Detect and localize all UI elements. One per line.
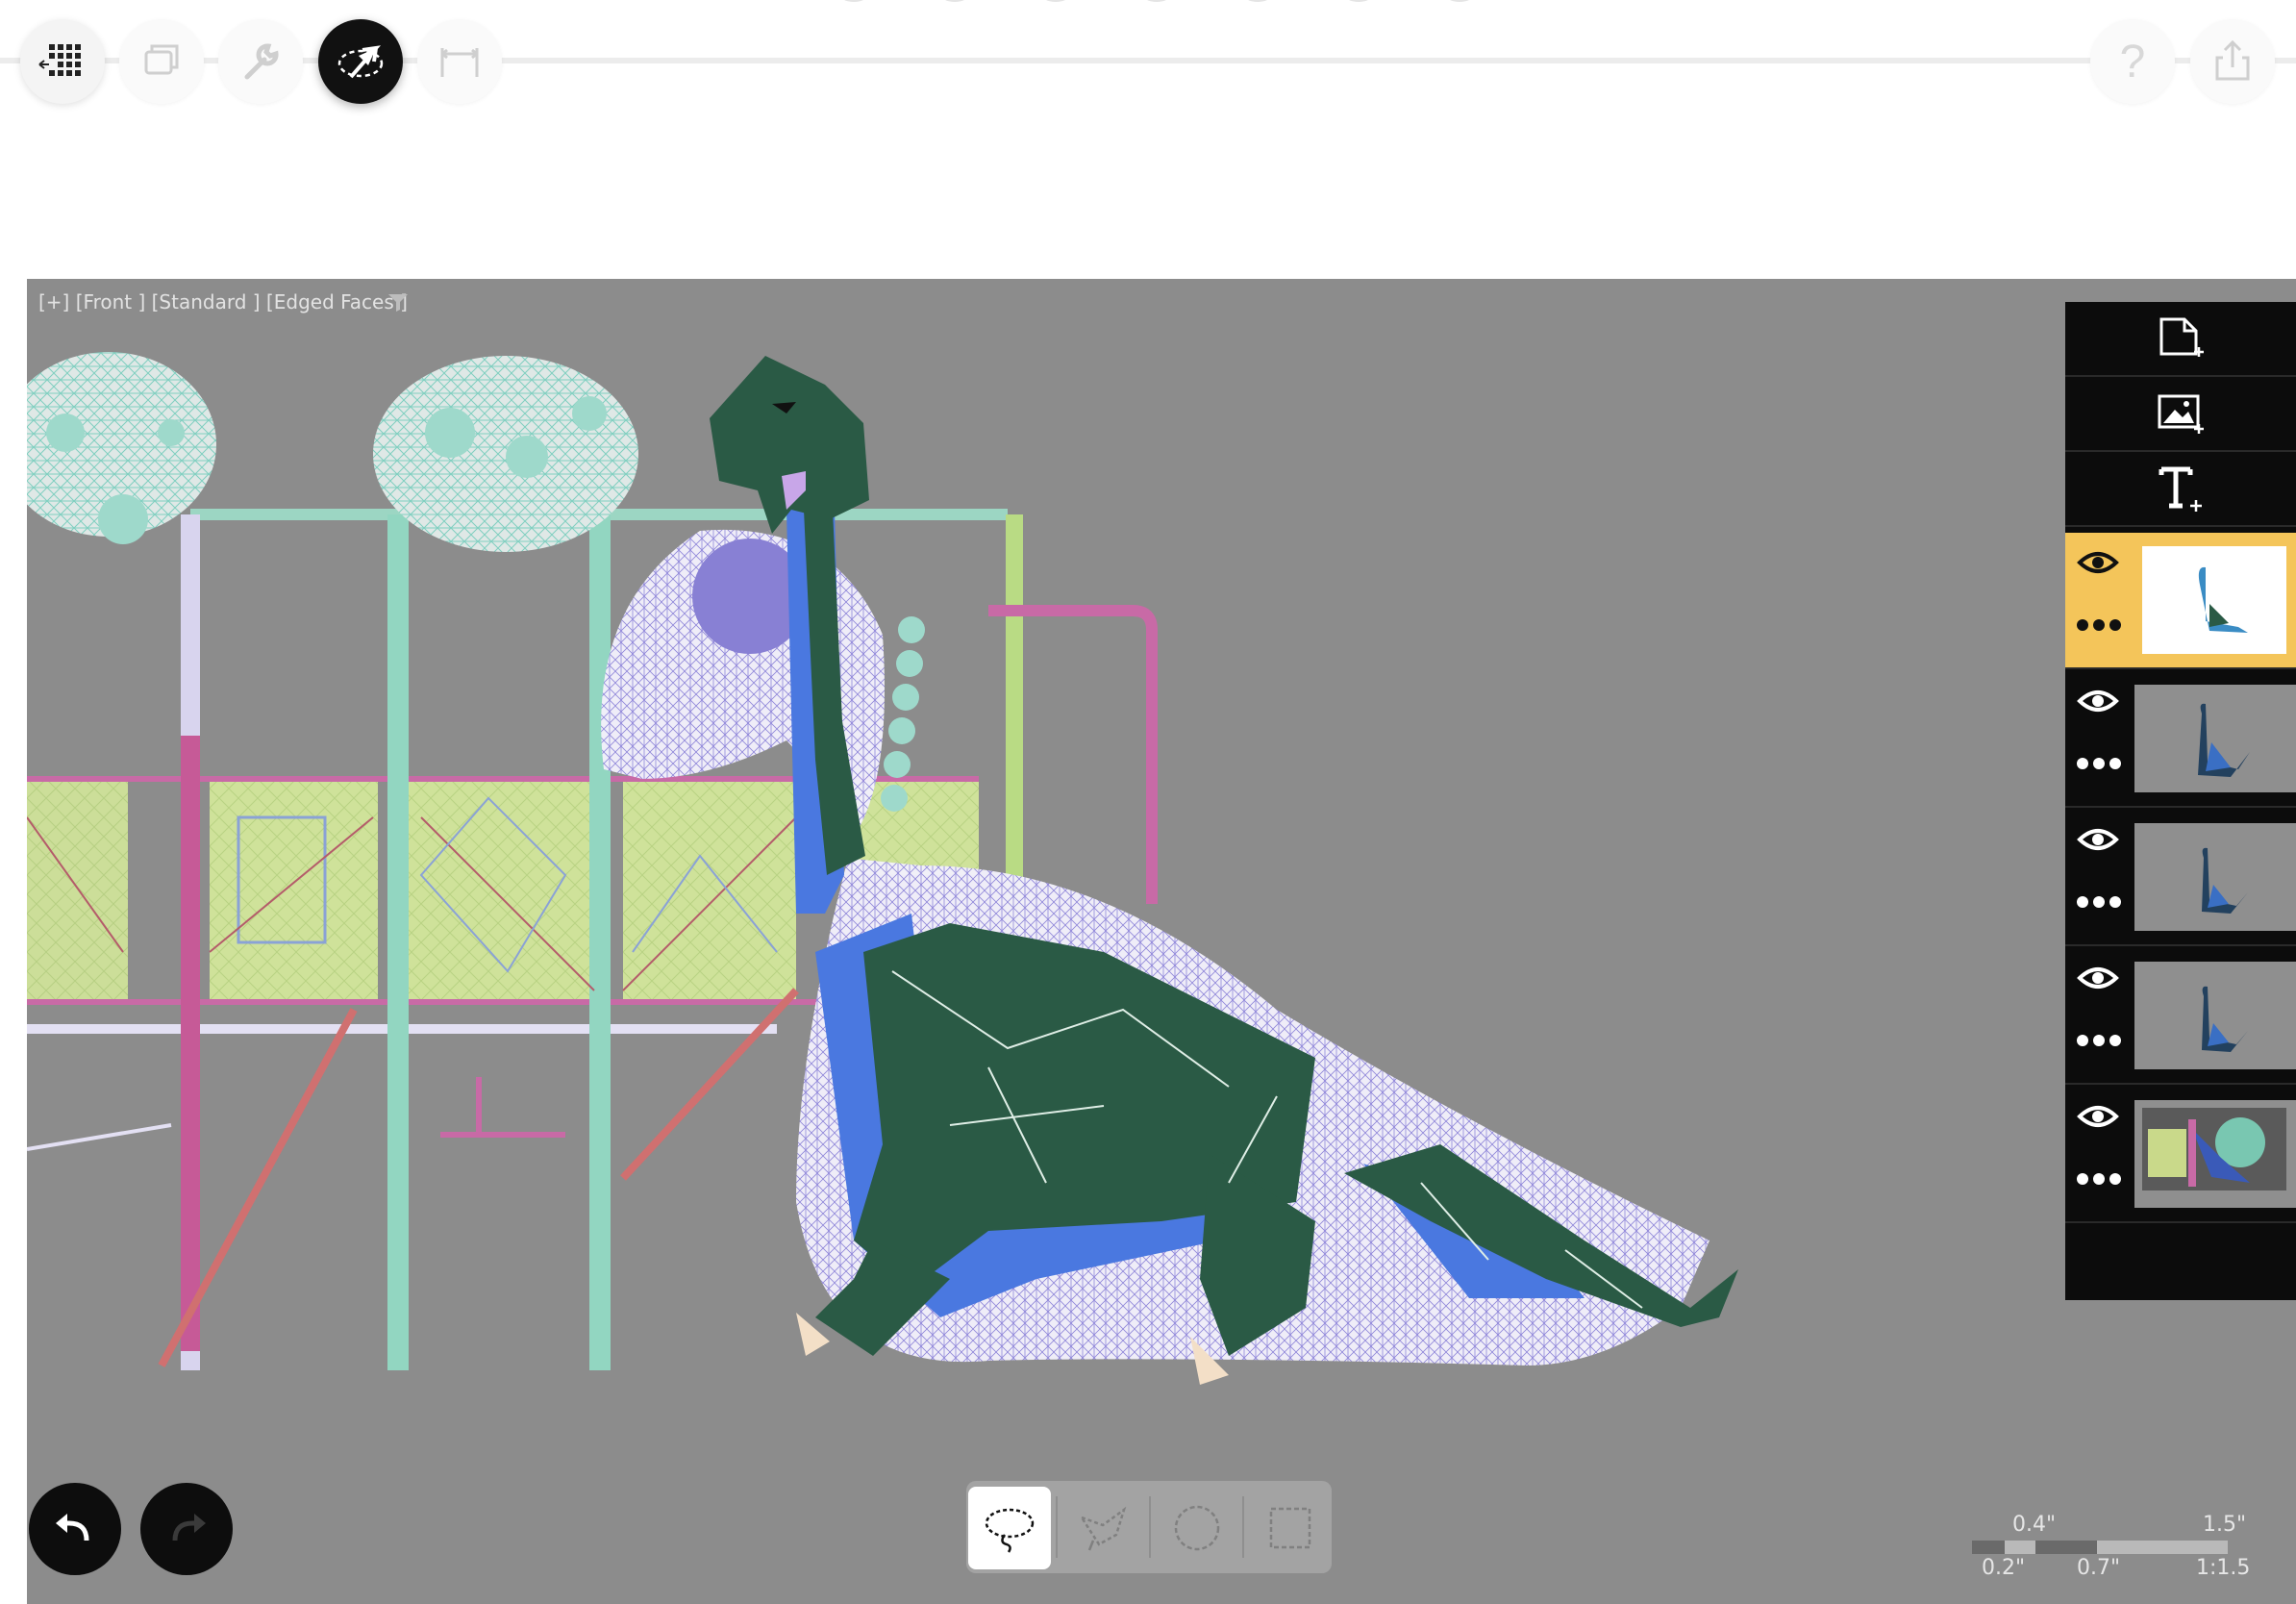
layer-row[interactable] <box>2065 1087 2296 1223</box>
tools-button[interactable] <box>218 19 303 104</box>
home-grid-button[interactable] <box>20 19 105 104</box>
layer-thumbnail <box>2134 685 2296 792</box>
more-options-icon[interactable] <box>2075 756 2123 771</box>
tool-separator <box>1242 1496 1244 1558</box>
layer-thumbnail <box>2134 823 2296 931</box>
more-options-icon[interactable] <box>2075 1033 2123 1048</box>
layer-thumbnail <box>2134 1100 2296 1208</box>
text-plus-icon <box>2159 466 2202 512</box>
layer-thumbnail <box>2142 546 2286 654</box>
new-page-plus-icon <box>2159 317 2204 357</box>
layer-row[interactable] <box>2065 671 2296 808</box>
scale-ruler <box>1972 1541 2228 1554</box>
eye-icon[interactable] <box>2077 1102 2119 1131</box>
hidden-tool-dot <box>937 0 972 2</box>
rectangle-select-icon <box>1269 1507 1311 1549</box>
redo-arrow-icon <box>172 1514 206 1541</box>
wrench-icon <box>244 43 279 80</box>
hidden-tool-dot <box>1442 0 1477 2</box>
scene-artwork <box>27 352 1738 1385</box>
lasso-tool-button[interactable] <box>968 1487 1051 1569</box>
polygon-lasso-tool-button[interactable] <box>1062 1487 1145 1569</box>
scale-label: 0.2" <box>1982 1556 2026 1580</box>
selection-tools <box>966 1481 1332 1573</box>
windows-icon <box>144 44 179 75</box>
undo-arrow-icon <box>56 1514 89 1541</box>
more-options-icon[interactable] <box>2075 1171 2123 1187</box>
layer-row[interactable] <box>2065 948 2296 1085</box>
scale-label: 1.5" <box>2203 1513 2247 1537</box>
layer-thumbnail <box>2134 962 2296 1069</box>
help-button[interactable]: ? <box>2090 19 2175 104</box>
hidden-tool-dot <box>1341 0 1376 2</box>
layer-row[interactable] <box>2065 810 2296 946</box>
3d-viewport[interactable]: [+] [Front ] [Standard ] [Edged Faces ] <box>27 279 2296 1604</box>
new-canvas-layer-button[interactable] <box>2065 302 2296 377</box>
select-mode-button[interactable] <box>318 19 403 104</box>
filter-funnel-icon[interactable] <box>387 290 410 313</box>
layer-row[interactable] <box>2065 533 2296 669</box>
undo-button[interactable] <box>29 1483 121 1575</box>
scale-ratio: 1:1.5 <box>2196 1556 2251 1580</box>
hidden-tool-dot <box>1240 0 1275 2</box>
more-options-icon[interactable] <box>2075 617 2123 633</box>
share-icon <box>2215 39 2250 81</box>
selection-arrow-icon <box>337 45 384 79</box>
scale-label: 0.7" <box>2077 1556 2121 1580</box>
share-button[interactable] <box>2190 19 2275 104</box>
measure-button[interactable] <box>417 19 502 104</box>
viewport-label[interactable]: [+] [Front ] [Standard ] [Edged Faces ] <box>38 290 408 313</box>
dino-eggs <box>27 352 638 552</box>
polygon-lasso-icon <box>1078 1506 1127 1551</box>
more-options-icon[interactable] <box>2075 894 2123 910</box>
new-text-layer-button[interactable] <box>2065 452 2296 527</box>
measure-icon <box>440 48 479 77</box>
question-icon: ? <box>2119 36 2146 88</box>
eye-icon[interactable] <box>2077 548 2119 577</box>
redo-button[interactable] <box>140 1483 233 1575</box>
hidden-tool-dot <box>836 0 871 2</box>
image-plus-icon <box>2158 394 2204 434</box>
eye-icon[interactable] <box>2077 964 2119 992</box>
hidden-tool-dot <box>1038 0 1073 2</box>
windows-button[interactable] <box>119 19 204 104</box>
hidden-tool-dot <box>1139 0 1174 2</box>
tool-separator <box>1056 1496 1058 1558</box>
layers-panel <box>2065 302 2296 1300</box>
grid-back-icon <box>38 44 81 76</box>
eye-icon[interactable] <box>2077 825 2119 854</box>
ellipse-select-tool-button[interactable] <box>1156 1487 1238 1569</box>
lasso-icon <box>985 1508 1035 1553</box>
tool-separator <box>1149 1496 1151 1558</box>
scale-label: 0.4" <box>2012 1513 2057 1537</box>
top-toolbar: ? <box>0 0 2296 279</box>
eye-icon[interactable] <box>2077 687 2119 715</box>
ellipse-select-icon <box>1174 1505 1220 1551</box>
new-image-layer-button[interactable] <box>2065 377 2296 452</box>
rectangle-select-tool-button[interactable] <box>1249 1487 1332 1569</box>
